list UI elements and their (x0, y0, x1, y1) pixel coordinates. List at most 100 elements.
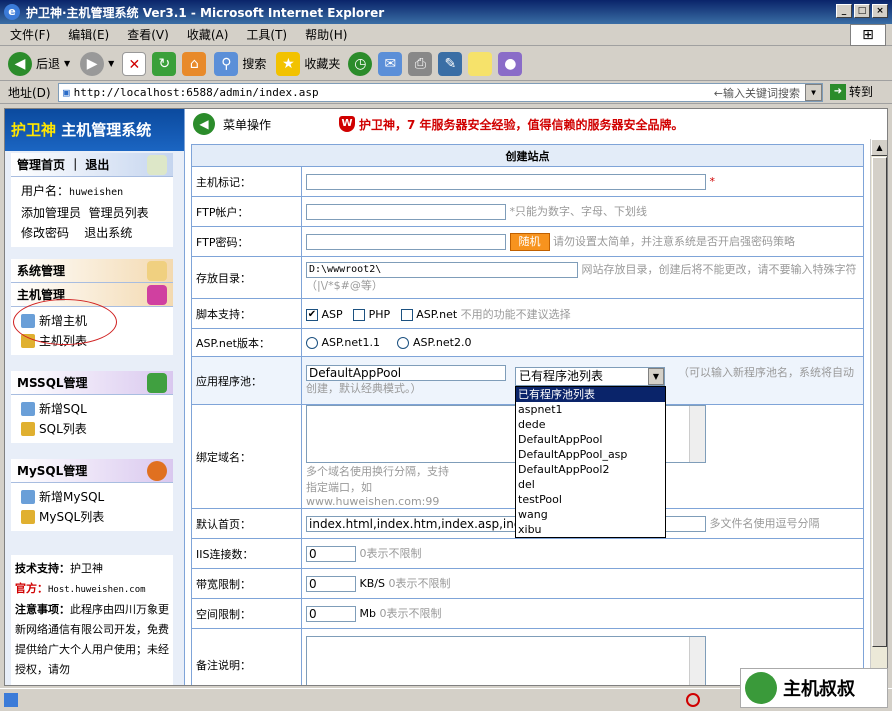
search-button[interactable]: ⚲ 搜索 (212, 50, 268, 78)
edit-icon[interactable]: ✎ (438, 51, 463, 76)
menu-tools[interactable]: 工具(T) (246, 26, 287, 43)
domain-scrollbar[interactable] (689, 406, 705, 462)
aspnet11-radio[interactable] (306, 337, 318, 349)
address-dropdown-icon[interactable]: ▼ (805, 84, 822, 101)
pool-option[interactable]: testPool (516, 492, 665, 507)
forward-button[interactable]: ▶ ▼ (78, 50, 116, 78)
mail-icon[interactable]: ✉ (378, 51, 403, 76)
home-link[interactable]: 管理首页 (17, 158, 65, 172)
chevron-down-icon[interactable]: ▼ (648, 368, 664, 385)
php-checkbox[interactable] (353, 308, 366, 321)
mysql-list-link[interactable]: MySQL列表 (21, 507, 163, 527)
app-pool-input[interactable]: DefaultAppPool (306, 365, 506, 381)
pool-option[interactable]: del (516, 477, 665, 492)
app-pool-dropdown: 已有程序池列表 aspnet1 dede DefaultAppPool Defa… (515, 386, 666, 538)
home-icon[interactable]: ⌂ (182, 51, 207, 76)
aspnet-version-label: ASP.net版本： (191, 328, 302, 357)
pool-option[interactable]: 已有程序池列表 (516, 387, 665, 402)
print-icon[interactable]: ⎙ (408, 51, 433, 76)
pool-option[interactable]: wang (516, 507, 665, 522)
menu-operation-label: 菜单操作 (223, 117, 272, 132)
mssql-header[interactable]: MSSQL管理 (11, 371, 173, 395)
menu-edit[interactable]: 编辑(E) (68, 26, 109, 43)
back-dropdown-icon[interactable]: ▼ (64, 59, 70, 68)
form-caption: 创建站点 (191, 144, 864, 167)
forward-dropdown-icon[interactable]: ▼ (108, 59, 114, 68)
discuss-icon[interactable] (468, 51, 493, 76)
menu-file[interactable]: 文件(F) (10, 26, 50, 43)
refresh-icon[interactable]: ↻ (152, 51, 177, 76)
bind-domain-hint: 多个域名使用换行分隔，支持指定端口，如 www.huweishen.com:99 (306, 465, 449, 508)
sidebar: 护卫神 主机管理系统 管理首页 ｜ 退出 用户名：huweishen 添加管理员… (5, 109, 185, 685)
tagline-text: 护卫神，7 年服务器安全经验，值得信赖的服务器安全品牌。 (359, 117, 684, 132)
go-label: 转到 (849, 85, 874, 99)
minimize-button[interactable]: _ (836, 4, 852, 18)
bandwidth-input[interactable]: 0 (306, 576, 356, 592)
address-hint: ←输入关键词搜索 (713, 86, 800, 100)
support-info: 技术支持：护卫神 官方：Host.huweishen.com 注意事项：此程序由… (11, 555, 173, 685)
aspnet11-label: ASP.net1.1 (321, 336, 380, 349)
system-mgmt-header[interactable]: 系统管理 (11, 259, 173, 283)
address-label: 地址(D) (8, 85, 51, 100)
script-hint: 不用的功能不建议选择 (460, 307, 571, 321)
maximize-button[interactable]: □ (854, 4, 870, 18)
ftp-user-input[interactable] (306, 204, 506, 220)
admin-list-link[interactable]: 管理员列表 (89, 206, 149, 220)
new-sql-link[interactable]: 新增SQL (21, 399, 163, 419)
asp-label: ASP (321, 307, 343, 321)
space-input[interactable]: 0 (306, 606, 356, 622)
exit-system-link[interactable]: 退出系统 (84, 226, 132, 240)
back-circle-icon[interactable]: ◀ (193, 113, 215, 135)
history-icon[interactable]: ◷ (348, 51, 373, 76)
toolbar: ◀ 后退 ▼ ▶ ▼ ✕ ↻ ⌂ ⚲ 搜索 ★ 收藏夹 ◷ ✉ ⎙ ✎ ● (0, 47, 892, 81)
host-tag-input[interactable] (306, 173, 706, 190)
ftp-user-hint: *只能为数字、字母、下划线 (509, 205, 648, 218)
change-password-link[interactable]: 修改密码 (21, 226, 69, 240)
logout-link[interactable]: 退出 (85, 158, 109, 172)
new-mysql-link[interactable]: 新增MySQL (21, 487, 163, 507)
pool-option[interactable]: DefaultAppPool2 (516, 462, 665, 477)
remark-scrollbar[interactable] (689, 636, 705, 685)
address-url: http://localhost:6588/admin/index.asp (73, 86, 319, 99)
sql-list-link[interactable]: SQL列表 (21, 419, 163, 439)
new-sql-label: 新增SQL (39, 402, 87, 416)
messenger-icon[interactable]: ● (498, 51, 523, 76)
add-admin-link[interactable]: 添加管理员 (21, 206, 81, 220)
iis-connections-input[interactable]: 0 (306, 546, 356, 562)
app-pool-select[interactable]: 已有程序池列表 ▼ (515, 367, 665, 386)
pool-option[interactable]: aspnet1 (516, 402, 665, 417)
site-value[interactable]: Host.huweishen.com (48, 585, 146, 595)
app-pool-select-value: 已有程序池列表 (519, 369, 604, 383)
page-scrollbar[interactable]: ▲ ▼ (870, 139, 887, 685)
stop-icon[interactable]: ✕ (122, 51, 147, 76)
scroll-up-icon[interactable]: ▲ (871, 139, 887, 156)
user-label: 用户名： (21, 184, 70, 198)
bandwidth-label: 带宽限制： (191, 568, 302, 599)
go-button[interactable]: ➜ 转到 (830, 83, 873, 100)
pool-option[interactable]: DefaultAppPool_asp (516, 447, 665, 462)
aspnet20-radio[interactable] (397, 337, 410, 349)
default-index-hint: 多文件名使用逗号分隔 (709, 517, 820, 530)
close-button[interactable]: × (872, 4, 888, 18)
window-titlebar: e 护卫神·主机管理系统 Ver3.1 - Microsoft Internet… (0, 0, 892, 24)
remark-label: 备注说明： (191, 628, 302, 685)
gear-icon (147, 261, 167, 281)
scroll-thumb[interactable] (872, 157, 887, 647)
menu-view[interactable]: 查看(V) (127, 26, 169, 43)
aspnet-checkbox[interactable] (400, 308, 413, 321)
support-label: 技术支持： (15, 562, 70, 575)
mysql-header[interactable]: MySQL管理 (11, 459, 173, 483)
random-password-button[interactable]: 随机 (509, 232, 550, 251)
directory-input[interactable]: D:\wwwroot2\ (306, 262, 578, 278)
pool-option[interactable]: xibu (516, 522, 665, 537)
asp-checkbox[interactable]: ✔ (306, 308, 318, 321)
pool-option[interactable]: dede (516, 417, 665, 432)
pool-option[interactable]: DefaultAppPool (516, 432, 665, 447)
remark-textarea[interactable] (306, 635, 706, 685)
favorites-button[interactable]: ★ 收藏夹 (274, 50, 342, 78)
menu-favorites[interactable]: 收藏(A) (187, 26, 229, 43)
address-input[interactable]: ▣ http://localhost:6588/admin/index.asp … (58, 83, 823, 102)
ftp-password-input[interactable] (306, 233, 506, 250)
menu-help[interactable]: 帮助(H) (305, 26, 347, 43)
back-button[interactable]: ◀ 后退 ▼ (6, 50, 72, 78)
